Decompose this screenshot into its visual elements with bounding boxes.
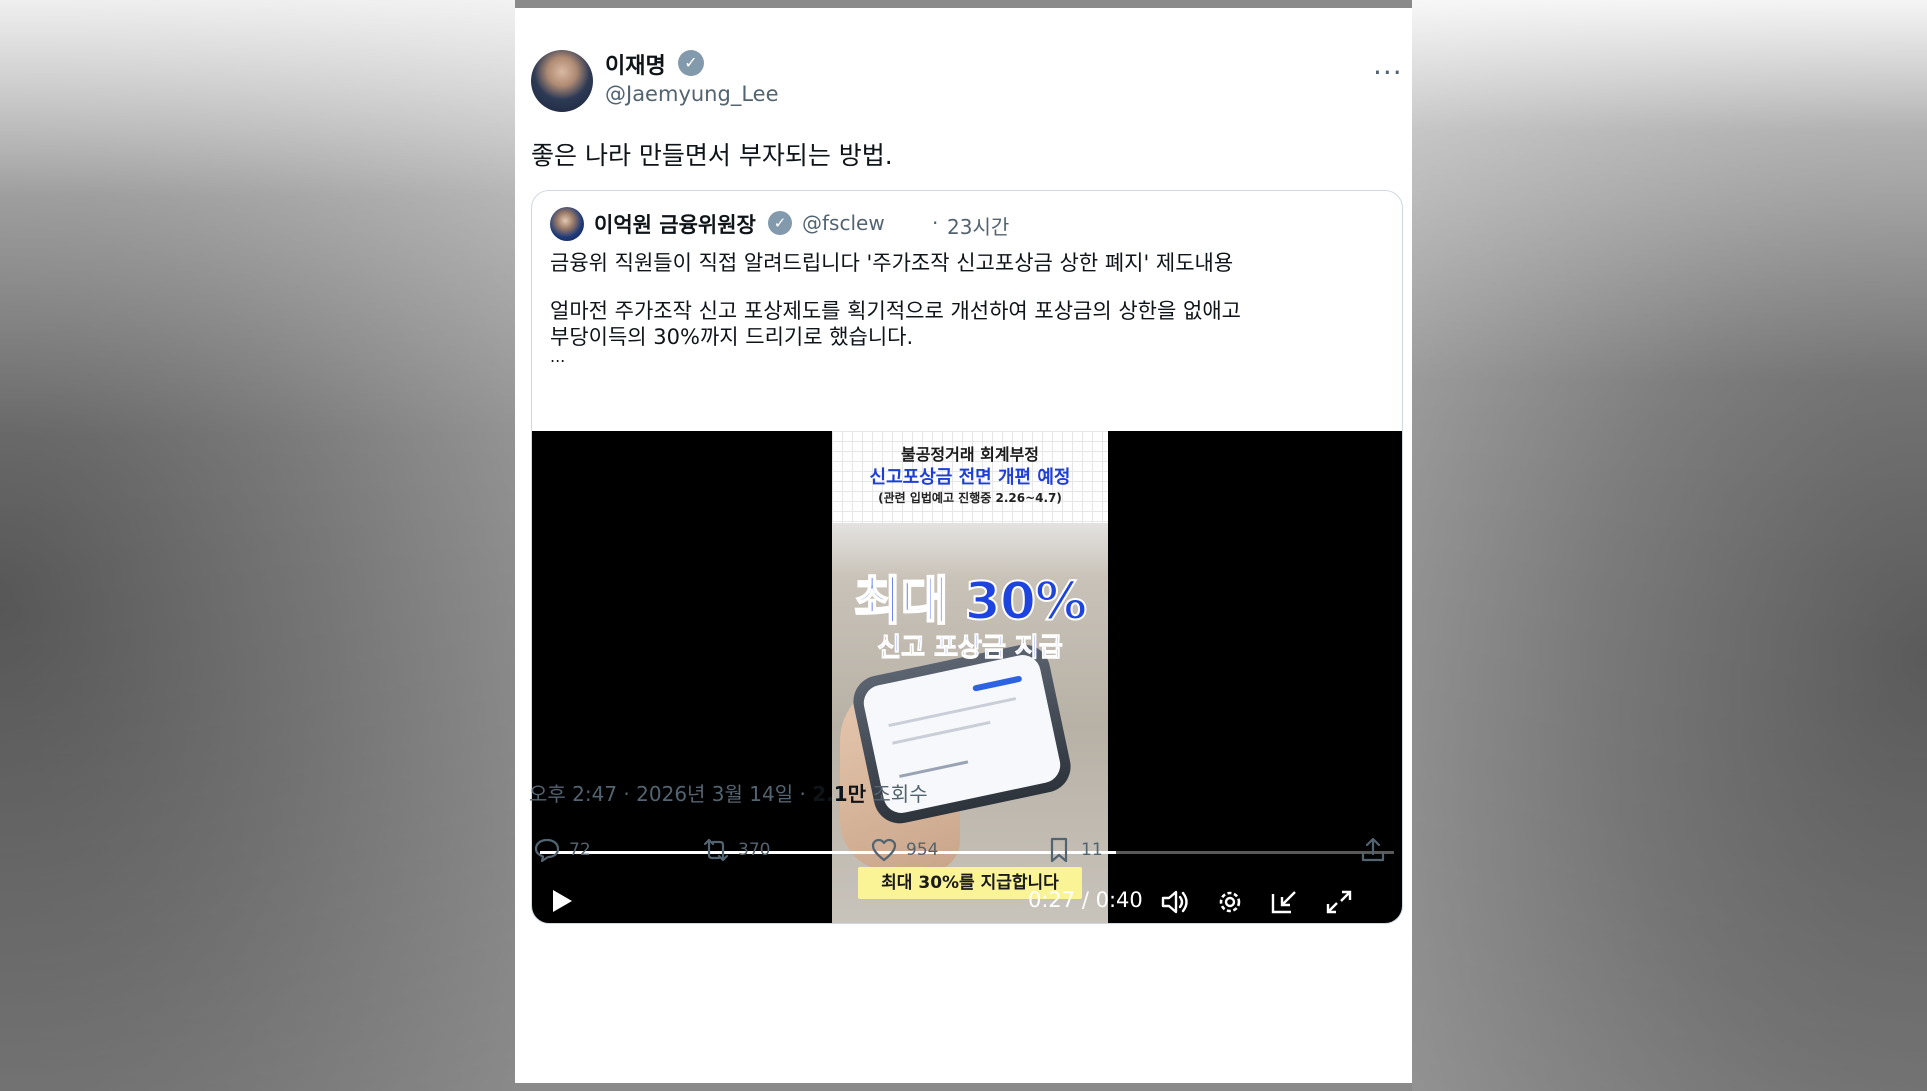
reply-button[interactable]: 72 (533, 830, 591, 870)
post-card: 이재명 ✓ @Jaemyung_Lee ··· 좋은 나라 만들면서 부자되는 … (515, 8, 1412, 1083)
reply-icon (534, 838, 560, 863)
play-icon[interactable] (546, 886, 576, 916)
quoted-author-handle[interactable]: @fsclew (802, 211, 885, 235)
share-button[interactable] (1359, 830, 1387, 870)
author-handle[interactable]: @Jaemyung_Lee (605, 82, 779, 106)
background-right (1412, 0, 1927, 1091)
quoted-post[interactable]: 이억원 금융위원장 ✓ @fsclew · 23시간 금융위 직원들이 직접 알… (531, 190, 1403, 924)
phone-screen-line (899, 760, 969, 778)
heart-icon (871, 838, 897, 862)
reply-count: 72 (569, 840, 591, 860)
quoted-timestamp[interactable]: 23시간 (947, 211, 1009, 240)
bookmark-icon (1050, 837, 1068, 863)
phone-screen-line (892, 720, 991, 745)
quoted-text-line3: 부당이득의 30%까지 드리기로 했습니다. (550, 325, 914, 349)
quoted-verified-badge-icon: ✓ (768, 211, 792, 235)
post-text: 좋은 나라 만들면서 부자되는 방법. (531, 141, 893, 170)
thumbnail-line3: (관련 입법예고 진행중 2.26~4.7) (878, 491, 1062, 505)
retweet-icon (703, 838, 729, 862)
bookmark-count: 11 (1081, 840, 1103, 860)
settings-gear-icon[interactable] (1215, 888, 1245, 916)
quoted-separator: · (932, 211, 939, 235)
quoted-text-ellipsis: ... (550, 347, 566, 366)
share-icon (1361, 837, 1385, 862)
verified-badge-icon: ✓ (678, 50, 704, 76)
bookmark-button[interactable]: 11 (1045, 830, 1103, 870)
action-bar: 72 370 954 11 (515, 830, 1412, 880)
thumbnail-line1: 불공정거래 회계부정 (900, 445, 1040, 464)
view-count-label: 조회수 (866, 782, 928, 806)
phone-screen-bar (972, 675, 1023, 692)
thumbnail-line2: 신고포상금 전면 개편 예정 (869, 467, 1071, 488)
author-name[interactable]: 이재명 (605, 48, 666, 80)
like-button[interactable]: 954 (870, 830, 938, 870)
quoted-text-line1: 금융위 직원들이 직접 알려드립니다 '주가조작 신고포상금 상한 폐지' 제도… (550, 251, 1234, 275)
phone-screen-line (888, 697, 1017, 728)
more-options-icon[interactable]: ··· (1373, 56, 1403, 89)
volume-icon[interactable] (1160, 888, 1190, 916)
retweet-button[interactable]: 370 (702, 830, 770, 870)
retweet-count: 370 (738, 840, 771, 860)
picture-in-picture-icon[interactable] (1269, 888, 1299, 916)
thumbnail-subheadline: 신고 포상금 지급 (877, 633, 1064, 664)
like-count: 954 (906, 840, 939, 860)
post-metadata: 오후 2:47 · 2026년 3월 14일 · 2.1만 조회수 (529, 778, 928, 807)
author-avatar[interactable] (531, 50, 593, 112)
thumbnail-headline: 최대 30% (853, 571, 1088, 633)
view-count: 2.1만 (812, 782, 867, 806)
background-left (0, 0, 515, 1091)
post-timestamp[interactable]: 오후 2:47 · 2026년 3월 14일 · (529, 782, 812, 806)
video-timecode: 0:27 / 0:40 (1028, 888, 1143, 912)
quoted-author-name[interactable]: 이억원 금융위원장 (594, 209, 756, 239)
quoted-author-avatar[interactable] (550, 207, 584, 241)
fullscreen-icon[interactable] (1324, 888, 1354, 916)
